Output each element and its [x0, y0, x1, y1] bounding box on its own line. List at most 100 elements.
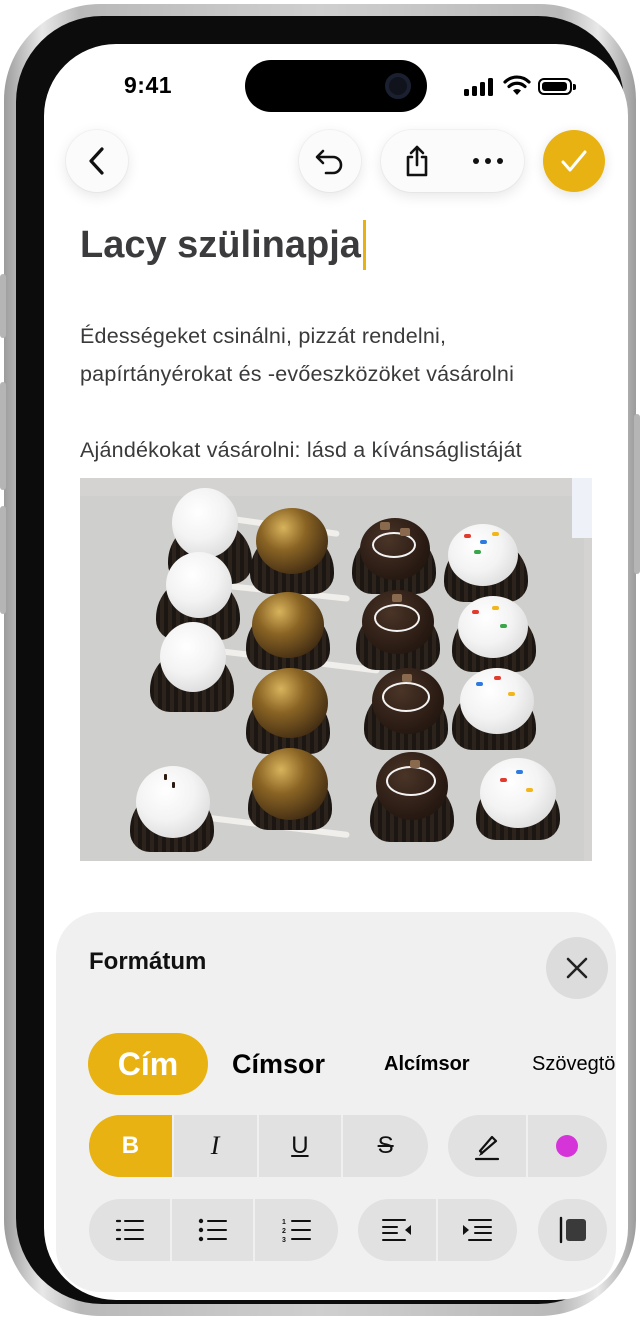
photo-sprinkle — [508, 692, 515, 696]
block-quote-button[interactable] — [538, 1199, 607, 1261]
style-body-button[interactable]: Szövegtö — [532, 1033, 615, 1095]
photo-sprinkle — [476, 682, 483, 686]
indent-icon — [463, 1219, 493, 1241]
dashed-list-icon — [115, 1219, 144, 1241]
format-panel: Formátum Cím Címsor Alcímsor Szövegtö B … — [56, 912, 616, 1292]
note-photo-cake-pops[interactable] — [80, 478, 592, 861]
note-title[interactable]: Lacy szülinapja — [80, 220, 366, 270]
text-style-picker: Cím Címsor Alcímsor Szövegtö — [88, 1033, 616, 1095]
numbered-list-button[interactable]: 1 2 3 — [255, 1199, 338, 1261]
bulleted-list-icon — [198, 1218, 227, 1242]
photo-topping — [410, 760, 420, 768]
photo-cake-pop-gold — [252, 668, 328, 738]
text-color-button[interactable] — [528, 1115, 608, 1177]
photo-sprinkle — [464, 534, 471, 538]
dashed-list-button[interactable] — [89, 1199, 172, 1261]
photo-drizzle — [386, 766, 436, 796]
color-swatch — [556, 1135, 579, 1157]
done-button[interactable] — [543, 130, 605, 192]
svg-text:2: 2 — [282, 1228, 286, 1235]
underline-button[interactable]: U — [259, 1115, 344, 1177]
outdent-icon — [381, 1219, 411, 1241]
phone-frame: 9:41 Lacy szülinapja Édességeket csináln… — [0, 4, 640, 1316]
highlight-color-group — [448, 1115, 607, 1177]
photo-sprinkle — [500, 778, 507, 782]
photo-topping — [392, 594, 402, 602]
photo-cake-pop-sprinkles — [480, 758, 556, 828]
strikethrough-button[interactable]: S — [343, 1115, 428, 1177]
more-button[interactable] — [453, 130, 524, 192]
note-paragraph-2[interactable]: Ajándékokat vásárolni: lásd a kívánságli… — [80, 431, 610, 469]
photo-topping — [400, 528, 410, 536]
note-paragraph-1[interactable]: Édességeket csinálni, pizzát rendelni, p… — [80, 317, 600, 393]
photo-cake-pop-white — [166, 552, 232, 618]
photo-cake-pop-gold — [252, 592, 324, 658]
block-quote-group — [538, 1199, 607, 1261]
highlighter-icon — [474, 1135, 499, 1161]
phone-volume-up — [0, 382, 6, 490]
style-heading-button[interactable]: Címsor — [232, 1033, 325, 1095]
italic-button[interactable]: I — [174, 1115, 259, 1177]
photo-sprinkle — [526, 788, 533, 792]
close-button[interactable] — [546, 937, 608, 999]
photo-topping — [380, 522, 390, 530]
photo-sprinkle — [492, 532, 499, 536]
photo-sprinkle — [172, 782, 175, 788]
photo-sprinkle — [474, 550, 481, 554]
bold-button[interactable]: B — [89, 1115, 174, 1177]
photo-drizzle — [382, 682, 430, 712]
photo-topping — [402, 674, 412, 682]
phone-action-button — [0, 274, 6, 338]
share-more-group — [381, 130, 524, 192]
photo-cake-pop-gold — [252, 748, 328, 820]
decrease-indent-button[interactable] — [358, 1199, 438, 1261]
close-icon — [566, 957, 588, 979]
status-time: 9:41 — [124, 72, 173, 98]
photo-sprinkle — [492, 606, 499, 610]
screen: 9:41 Lacy szülinapja Édességeket csináln… — [44, 44, 628, 1300]
undo-button[interactable] — [299, 130, 361, 192]
back-button[interactable] — [66, 130, 128, 192]
style-title-button[interactable]: Cím — [88, 1033, 208, 1095]
photo-drizzle — [374, 604, 420, 632]
indent-group — [358, 1199, 517, 1261]
photo-paper-corner — [572, 478, 592, 538]
front-camera — [385, 73, 411, 99]
photo-sprinkle — [494, 676, 501, 680]
cellular-signal-icon — [464, 78, 494, 96]
wifi-icon — [503, 75, 531, 95]
photo-drizzle — [372, 532, 416, 558]
svg-text:3: 3 — [282, 1237, 286, 1243]
photo-sprinkle — [164, 774, 167, 780]
increase-indent-button[interactable] — [438, 1199, 518, 1261]
photo-cake-pop-gold — [256, 508, 328, 574]
block-quote-icon — [559, 1216, 586, 1244]
highlight-button[interactable] — [448, 1115, 528, 1177]
photo-sprinkle — [516, 770, 523, 774]
text-cursor — [362, 220, 366, 270]
phone-side-button — [634, 414, 640, 574]
photo-cake-pop-white — [172, 488, 238, 558]
format-panel-title: Formátum — [89, 948, 207, 975]
checkmark-icon — [561, 150, 587, 172]
bulleted-list-button[interactable] — [172, 1199, 255, 1261]
text-format-group: B I U S — [89, 1115, 428, 1177]
battery-icon — [538, 78, 576, 95]
photo-sprinkle — [472, 610, 479, 614]
numbered-list-icon: 1 2 3 — [282, 1219, 311, 1243]
photo-sprinkle — [480, 540, 487, 544]
photo-cake-pop-white — [160, 622, 226, 692]
undo-icon — [315, 149, 343, 175]
svg-text:1: 1 — [282, 1219, 286, 1226]
ellipsis-icon — [473, 158, 503, 164]
photo-cake-pop-sprinkles — [448, 524, 518, 586]
phone-bezel: 9:41 Lacy szülinapja Édességeket csináln… — [16, 16, 628, 1304]
style-subheading-button[interactable]: Alcímsor — [384, 1033, 470, 1095]
photo-sprinkle — [500, 624, 507, 628]
chevron-left-icon — [89, 147, 104, 175]
phone-volume-down — [0, 506, 6, 614]
note-title-text: Lacy szülinapja — [80, 223, 361, 266]
share-button[interactable] — [382, 130, 453, 192]
share-icon — [406, 145, 428, 177]
dynamic-island — [245, 60, 427, 112]
